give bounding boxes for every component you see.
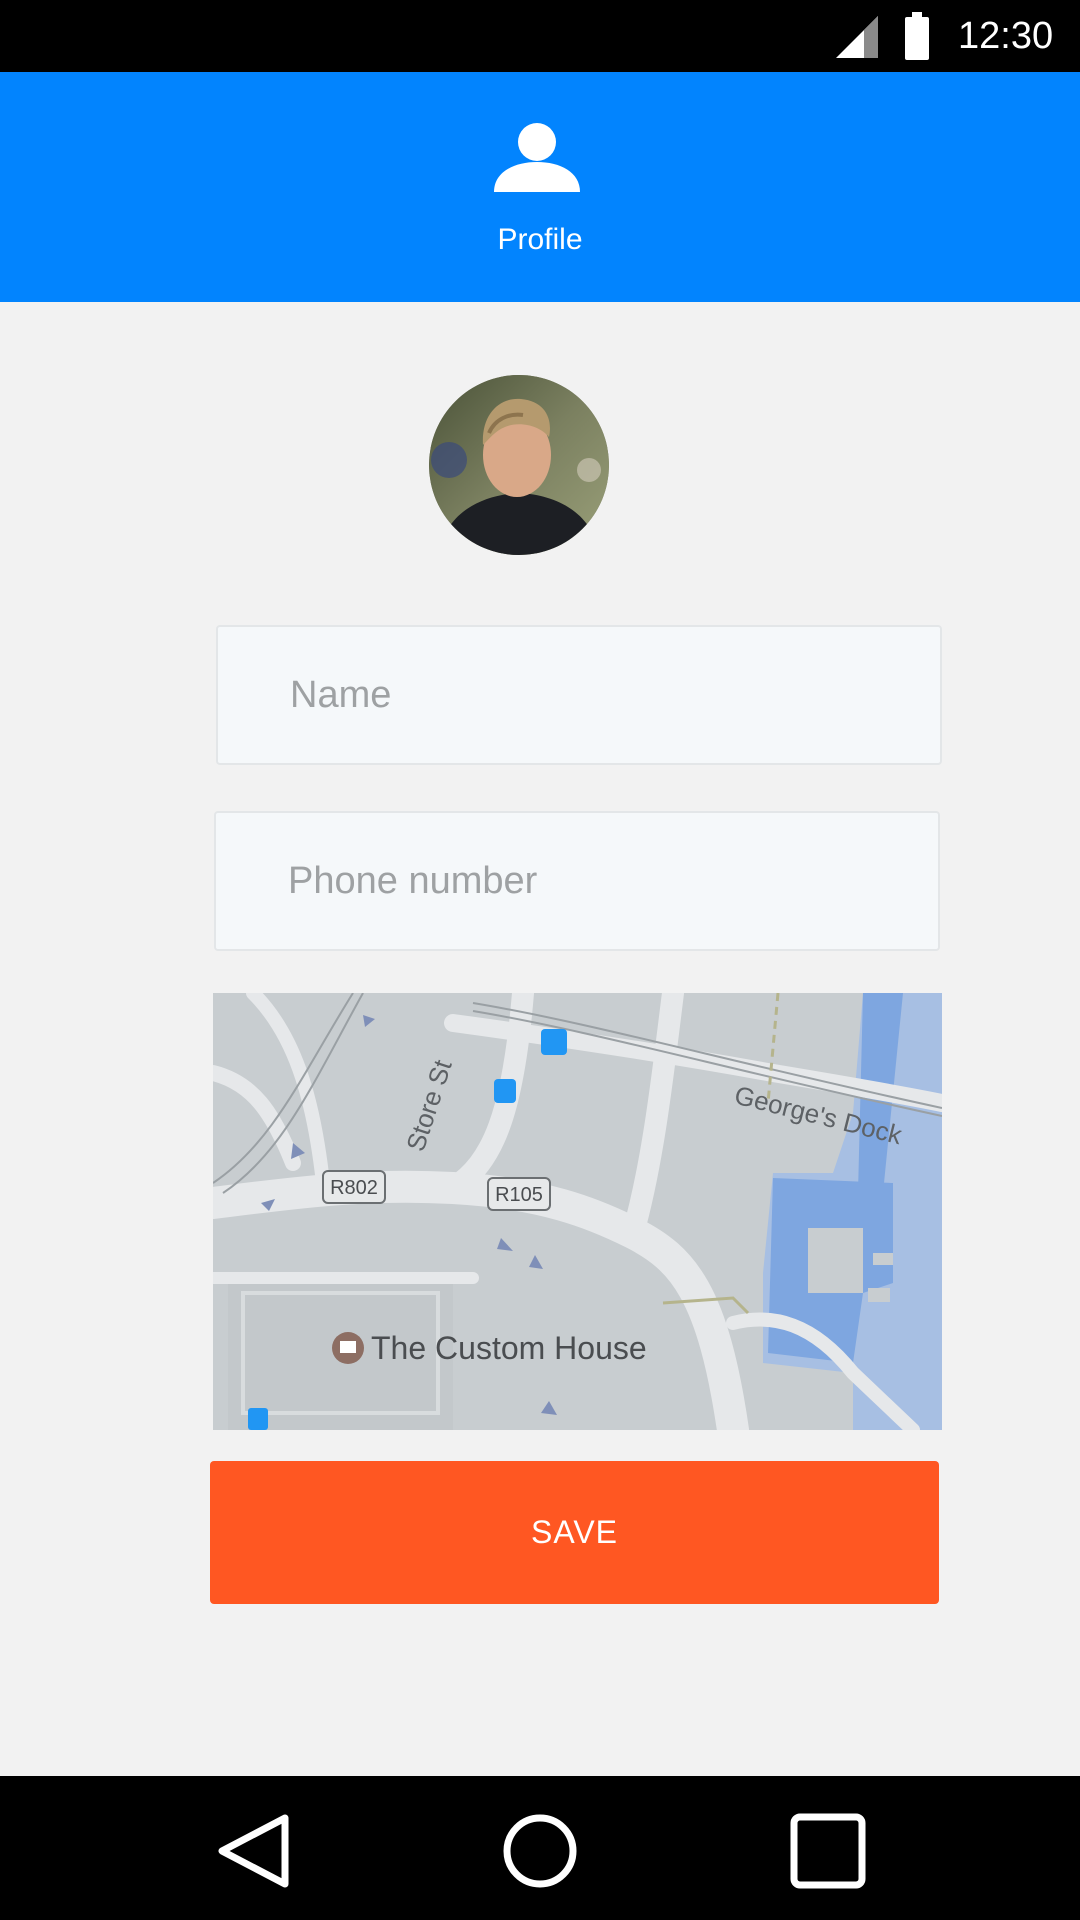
status-time: 12:30 [958, 15, 1054, 57]
phone-number-field[interactable] [214, 811, 940, 951]
header-title: Profile [497, 223, 583, 256]
profile-photo [429, 375, 609, 555]
save-button[interactable]: SAVE [210, 1461, 939, 1604]
avatar[interactable] [429, 375, 609, 555]
name-field[interactable] [216, 625, 942, 765]
person-icon [494, 123, 580, 192]
battery-icon [905, 12, 929, 60]
home-icon[interactable] [495, 1806, 585, 1896]
place-label-custom-house: The Custom House [371, 1330, 647, 1366]
back-icon[interactable] [210, 1806, 300, 1896]
recents-icon[interactable] [783, 1806, 873, 1896]
route-marker-r802: R802 [330, 1177, 378, 1199]
system-nav-bar [0, 1776, 1080, 1920]
signal-icon [836, 16, 878, 58]
route-marker-r105: R105 [495, 1184, 543, 1206]
status-bar: 12:30 [0, 0, 1080, 72]
location-map[interactable]: R802 R105 Store St George's Dock The Cus… [213, 993, 942, 1430]
profile-header: Profile [0, 72, 1080, 302]
